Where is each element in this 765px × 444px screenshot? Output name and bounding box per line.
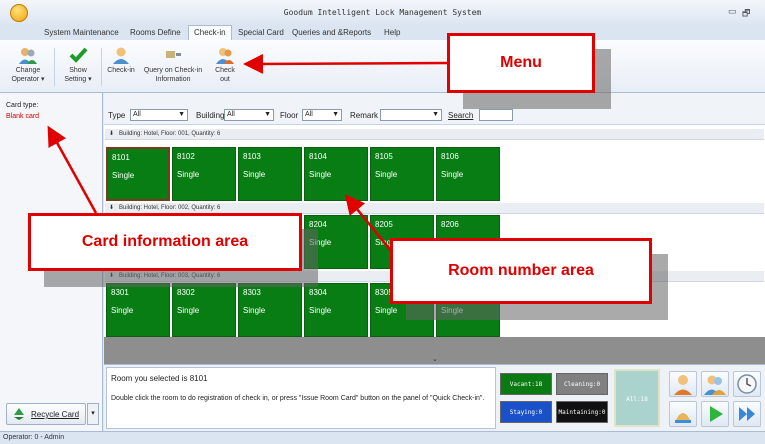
room-tile-8102[interactable]: 8102 Single <box>172 147 236 201</box>
chevron-down-icon: ▼ <box>332 111 339 118</box>
guest-icon <box>670 375 696 398</box>
room-tile-8105[interactable]: 8105 Single <box>370 147 434 201</box>
filter-bar: Type All ▼ Building All ▼ Floor All ▼ Remar… <box>104 93 765 125</box>
type-label: Type <box>108 111 126 120</box>
room-tile-8104[interactable]: 8104 Single <box>304 147 368 201</box>
card-type-label: Card type: <box>6 102 39 109</box>
vacant-count[interactable]: Vacant:18 <box>500 373 552 395</box>
type-select[interactable]: All ▼ <box>130 109 188 121</box>
minimize-icon[interactable]: ▭ <box>728 6 737 17</box>
maintaining-count[interactable]: Maintaining:0 <box>556 401 608 423</box>
users-icon <box>18 46 38 64</box>
chevron-down-icon: ⌄ <box>432 356 438 363</box>
instruction-text: Double click the room to do registration… <box>111 395 485 402</box>
restore-icon[interactable]: 🗗 <box>742 6 750 22</box>
room-tile-8103[interactable]: 8103 Single <box>238 147 302 201</box>
room-tile-8303[interactable]: 8303 Single <box>238 283 302 337</box>
query-checkin-info-button[interactable]: Query on Check-in Information <box>142 46 204 84</box>
card-type-value: Blank card <box>6 113 40 120</box>
menu-help[interactable]: Help <box>384 28 400 37</box>
ribbon-separator <box>54 48 55 86</box>
checkmark-icon <box>68 46 88 64</box>
recycle-card-dropdown[interactable]: ▾ <box>87 403 99 425</box>
floor-group-header[interactable]: ⬇ Building: Hotel, Floor: 001, Quantity:… <box>105 129 764 140</box>
room-number-callout: Room number area <box>390 238 652 304</box>
bottom-panel: Room you selected is 8101 Double click t… <box>104 364 765 431</box>
ribbon-toolbar: Change Operator ▾ Show Setting ▾ Check-i… <box>0 40 765 93</box>
remark-select[interactable]: ▼ <box>380 109 442 121</box>
clock-icon <box>734 374 760 398</box>
fast-forward-button[interactable] <box>733 401 761 427</box>
menu-bar: System Maintenance Rooms Define Check-in… <box>0 25 765 40</box>
search-label: Search <box>448 111 474 120</box>
chevron-down-icon: ▼ <box>178 111 185 118</box>
menu-check-in[interactable]: Check-in <box>188 25 232 40</box>
search-input[interactable] <box>479 109 513 121</box>
ribbon-separator <box>101 48 102 86</box>
floor-label: Floor <box>280 111 299 120</box>
recycle-icon <box>11 407 27 423</box>
chevron-down-icon: ▼ <box>432 111 439 118</box>
checkin-icon <box>111 46 131 64</box>
room-tile-8106[interactable]: 8106 Single <box>436 147 500 201</box>
building-label: Building <box>196 111 225 120</box>
collapse-arrow-icon: ⬇ <box>109 273 115 279</box>
chevron-down-icon: ▼ <box>264 111 271 118</box>
room-tile-8304[interactable]: 8304 Single <box>304 283 368 337</box>
floor-select[interactable]: All ▼ <box>302 109 342 121</box>
operator-status: Operator: 0 - Admin <box>3 434 65 441</box>
play-button[interactable] <box>701 401 729 427</box>
menu-special-card[interactable]: Special Card <box>238 28 284 37</box>
fast-forward-icon <box>734 407 760 428</box>
menu-rooms-define[interactable]: Rooms Define <box>130 28 181 37</box>
query-icon <box>163 46 183 64</box>
check-out-button[interactable]: Check out <box>210 46 240 84</box>
building-select[interactable]: All ▼ <box>224 109 274 121</box>
room-tile-8301[interactable]: 8301 Single <box>106 283 170 337</box>
cleaning-count[interactable]: Cleaning:0 <box>556 373 608 395</box>
room-tile-8302[interactable]: 8302 Single <box>172 283 236 337</box>
window-title: Goodum Intelligent Lock Management Syste… <box>283 8 482 17</box>
recycle-card-button[interactable]: Recycle Card <box>6 403 86 425</box>
room-tile-8101[interactable]: 8101 Single <box>106 147 170 201</box>
staying-count[interactable]: Staying:0 <box>500 401 552 423</box>
broom-icon <box>670 413 696 428</box>
selected-room-text: Room you selected is 8101 <box>111 374 208 383</box>
all-count[interactable]: All:18 <box>614 369 660 427</box>
card-info-callout: Card information area <box>28 213 302 271</box>
play-icon <box>702 406 728 428</box>
menu-callout: Menu <box>447 33 595 93</box>
remark-label: Remark <box>350 111 379 120</box>
clock-button[interactable] <box>733 371 761 397</box>
menu-queries-reports[interactable]: Queries and &Reports <box>292 28 371 37</box>
change-operator-button[interactable]: Change Operator ▾ <box>6 46 50 84</box>
menu-system-maintenance[interactable]: System Maintenance <box>44 28 119 37</box>
room-tile-8204[interactable]: 8204 Single <box>304 215 368 269</box>
collapse-arrow-icon: ⬇ <box>109 131 115 137</box>
quick-checkin-button[interactable] <box>669 371 697 397</box>
title-bar: Goodum Intelligent Lock Management Syste… <box>0 0 765 26</box>
room-area-splitter[interactable]: ⌄ <box>104 337 765 364</box>
status-bar: Operator: 0 - Admin <box>0 431 765 444</box>
check-in-button[interactable]: Check-in <box>104 46 138 75</box>
quick-group-button[interactable] <box>701 371 729 397</box>
show-setting-button[interactable]: Show Setting ▾ <box>58 46 98 84</box>
cleaning-button[interactable] <box>669 401 697 427</box>
guests-icon <box>702 375 728 398</box>
selected-room-info: Room you selected is 8101 Double click t… <box>106 367 496 429</box>
checkout-icon <box>215 46 235 64</box>
